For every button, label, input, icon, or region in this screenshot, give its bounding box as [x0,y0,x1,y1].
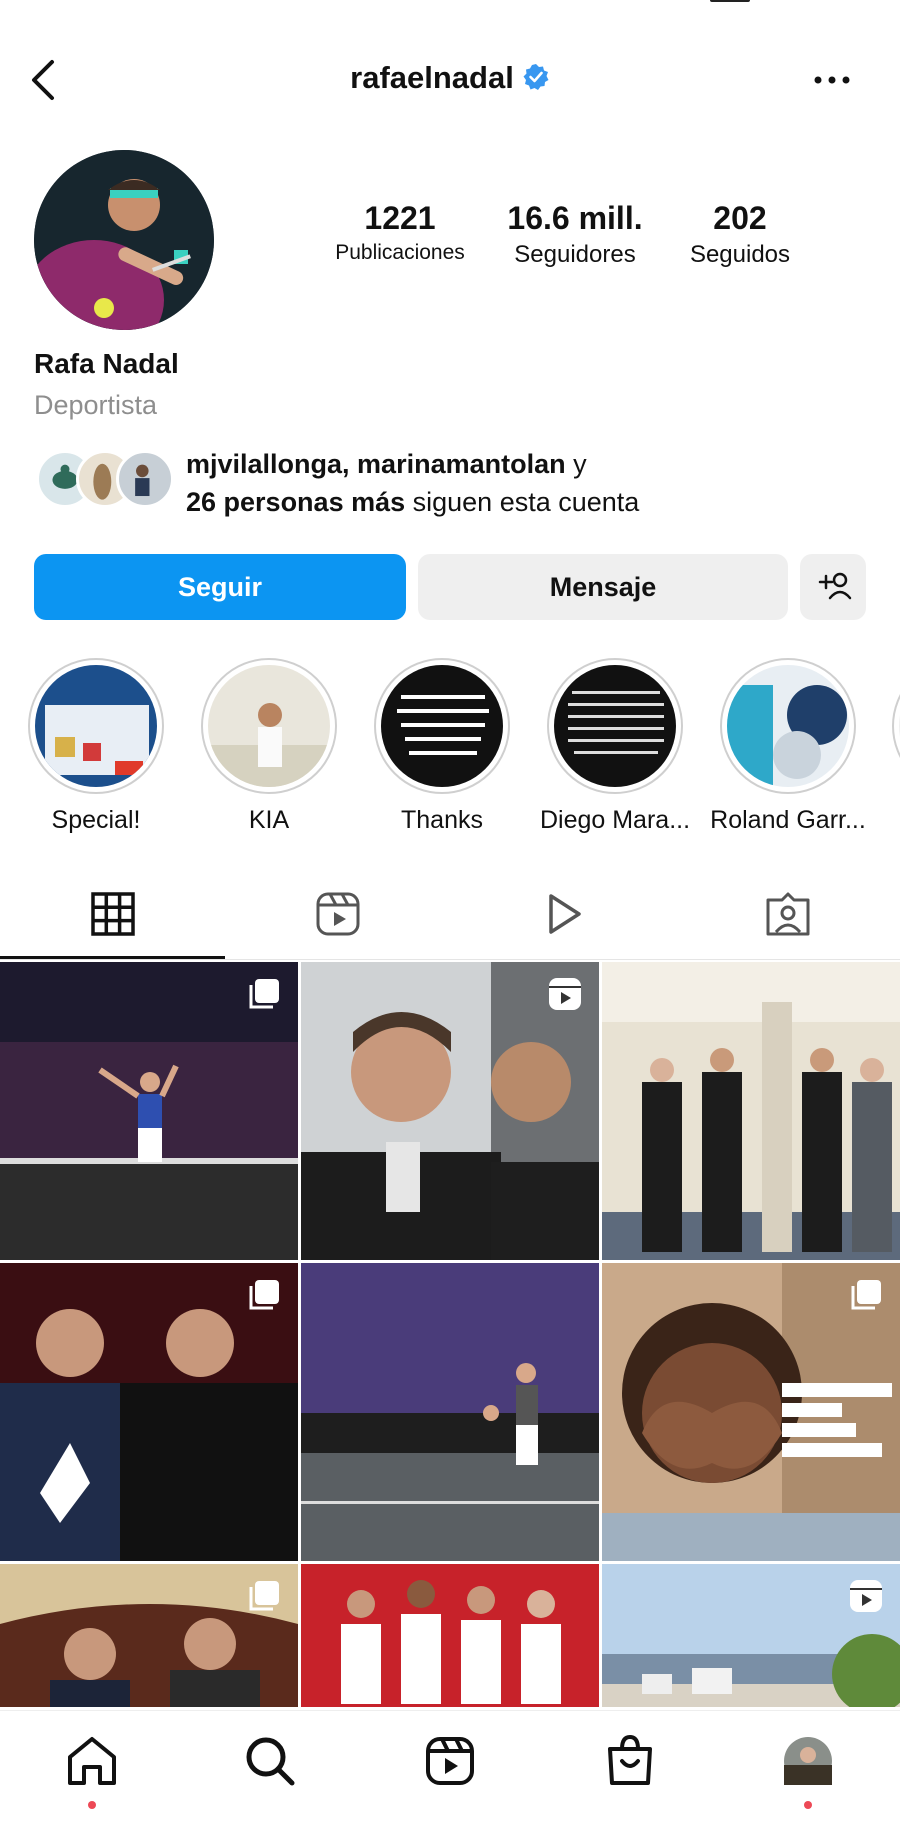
highlight-cover [554,665,676,787]
add-person-icon [818,572,852,600]
post-thumbnail[interactable] [602,1564,900,1707]
nav-home[interactable] [62,1731,122,1809]
post-thumbnail[interactable] [0,962,298,1260]
profile-header: rafaelnadal [0,40,900,120]
highlight-item[interactable]: Diego Mara... [535,658,695,835]
reels-icon [426,1737,474,1785]
mutual-avatar [116,450,174,508]
reel-icon [549,978,581,1010]
highlight-item[interactable]: Thanks [362,658,522,835]
carousel-icon [851,1280,881,1310]
nav-shop[interactable] [600,1731,660,1791]
posts-label: Publicaciones [335,241,465,264]
mutual-followers[interactable]: mjvilallonga, marinamantolan y 26 person… [36,445,876,517]
highlight-item[interactable] [880,658,900,794]
tab-reels[interactable] [225,890,450,940]
posts-count: 1221 [364,200,436,236]
message-button[interactable]: Mensaje [418,554,788,620]
following-count: 202 [713,200,767,236]
following-stat[interactable]: 202 Seguidos [670,200,810,269]
followed-by-count: 26 personas más [186,487,406,517]
suggested-users-button[interactable] [800,554,866,620]
verified-badge-icon [523,64,549,90]
nav-profile[interactable] [778,1731,838,1809]
profile-tabs [0,870,900,960]
highlight-label: Roland Garr... [710,806,866,834]
page-title: rafaelnadal [0,60,900,96]
username-label: rafaelnadal [350,60,514,95]
notification-dot [88,1801,96,1809]
grid-icon [90,892,135,936]
highlight-cover [35,665,157,787]
story-highlights: Special! KIA Thanks Diego Mara... Roland… [0,658,900,838]
tab-videos[interactable] [450,890,675,940]
carousel-icon [249,1280,279,1310]
reel-icon [850,1580,882,1612]
highlight-cover [381,665,503,787]
followers-count: 16.6 mill. [507,200,643,236]
followed-by-text: mjvilallonga, marinamantolan y 26 person… [186,445,639,521]
status-icons [710,0,820,2]
following-label: Seguidos [689,241,791,268]
followers-label: Seguidores [514,241,636,268]
post-thumbnail[interactable] [0,1564,298,1707]
notification-dot [804,1801,812,1809]
active-tab-indicator [0,956,225,959]
highlight-label: Diego Mara... [539,806,691,834]
post-thumbnail[interactable] [602,962,900,1260]
followed-by-suffix: siguen esta cuenta [405,487,640,517]
tab-tagged[interactable] [675,890,900,940]
carousel-icon [249,979,279,1009]
followers-stat[interactable]: 16.6 mill. Seguidores [495,200,655,269]
followed-by-conj: y [565,449,587,479]
highlight-label: Thanks [401,806,483,834]
posts-stat[interactable]: 1221 Publicaciones [320,200,480,265]
carousel-icon [249,1581,279,1611]
more-options-button[interactable] [812,70,852,90]
home-icon [68,1737,116,1785]
tab-posts-grid[interactable] [0,890,225,940]
signal-icon [710,0,750,2]
highlight-label: KIA [248,806,290,834]
highlight-cover [727,665,849,787]
profile-avatar[interactable] [34,150,214,330]
more-dots-icon [814,76,850,84]
highlight-item[interactable]: Special! [16,658,176,835]
post-thumbnail[interactable] [301,962,599,1260]
mutual-avatars [36,450,176,510]
status-bar [0,0,900,20]
highlight-label: Special! [51,806,141,834]
nav-reels[interactable] [420,1731,480,1791]
post-thumbnail[interactable] [301,1564,599,1707]
follow-button[interactable]: Seguir [34,554,406,620]
reels-icon [316,892,359,936]
avatar-image [34,150,214,330]
bottom-navigation [0,1710,900,1827]
profile-stats: 1221 Publicaciones 16.6 mill. Seguidores… [320,200,820,280]
posts-grid [0,962,900,1707]
search-icon [246,1737,295,1786]
highlight-item[interactable]: KIA [189,658,349,835]
profile-full-name: Rafa Nadal [34,348,179,379]
profile-avatar-icon [784,1737,832,1785]
shopping-bag-icon [608,1734,652,1785]
play-icon [548,894,581,934]
profile-category: Deportista [34,390,158,420]
post-thumbnail[interactable] [301,1263,599,1561]
highlight-cover [208,665,330,787]
followed-by-names: mjvilallonga, marinamantolan [186,449,566,479]
post-thumbnail[interactable] [602,1263,900,1561]
tagged-user-icon [766,892,809,936]
post-thumbnail[interactable] [0,1263,298,1561]
nav-search[interactable] [240,1731,300,1791]
highlight-item[interactable]: Roland Garr... [708,658,868,835]
